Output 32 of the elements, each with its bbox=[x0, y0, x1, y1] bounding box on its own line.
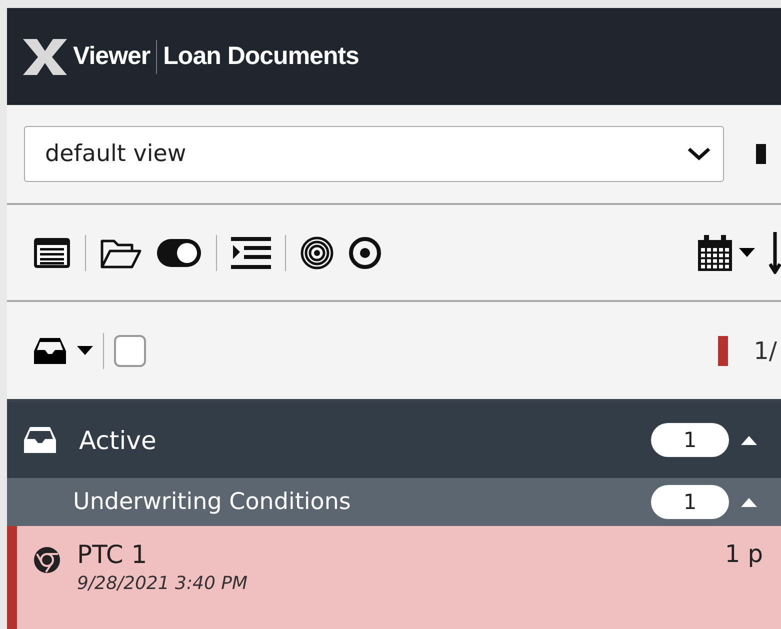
collapse-icon[interactable] bbox=[741, 497, 757, 507]
caret-icon[interactable] bbox=[739, 248, 755, 258]
document-date: 9/28/2021 3:40 PM bbox=[77, 573, 248, 594]
subgroup-label: Underwriting Conditions bbox=[73, 489, 351, 515]
caret-icon[interactable] bbox=[77, 346, 93, 356]
count-badge: 1 bbox=[651, 485, 729, 519]
inbox-icon[interactable] bbox=[23, 426, 57, 454]
browser-icon bbox=[33, 546, 61, 574]
subgroup-header[interactable]: Underwriting Conditions 1 bbox=[7, 478, 781, 526]
app-name: Viewer bbox=[73, 42, 150, 71]
calendar-icon[interactable] bbox=[697, 234, 733, 272]
sort-icon[interactable] bbox=[769, 232, 781, 274]
view-select[interactable]: default view bbox=[24, 126, 724, 182]
collapse-icon[interactable] bbox=[741, 435, 757, 445]
document-item[interactable]: PTC 1 9/28/2021 3:40 PM 1 p bbox=[7, 526, 781, 629]
chevron-down-icon bbox=[687, 147, 711, 161]
radio-dot-icon[interactable] bbox=[348, 236, 382, 270]
list-icon[interactable] bbox=[33, 236, 71, 268]
target-icon[interactable] bbox=[300, 236, 334, 270]
flag-marker bbox=[718, 336, 728, 366]
select-all-checkbox[interactable] bbox=[114, 334, 146, 366]
logo-icon bbox=[23, 38, 67, 74]
indent-icon[interactable] bbox=[231, 236, 271, 268]
group-label: Active bbox=[79, 426, 156, 454]
page-indicator: 1/ bbox=[754, 336, 777, 364]
window-title: Loan Documents bbox=[163, 42, 359, 71]
inbox-icon[interactable] bbox=[33, 336, 67, 364]
page-count: 1 p bbox=[724, 540, 763, 570]
document-title: PTC 1 bbox=[77, 540, 148, 569]
count-badge: 1 bbox=[651, 423, 729, 457]
group-header[interactable]: Active 1 bbox=[7, 402, 781, 478]
toggle-icon[interactable] bbox=[156, 238, 202, 268]
